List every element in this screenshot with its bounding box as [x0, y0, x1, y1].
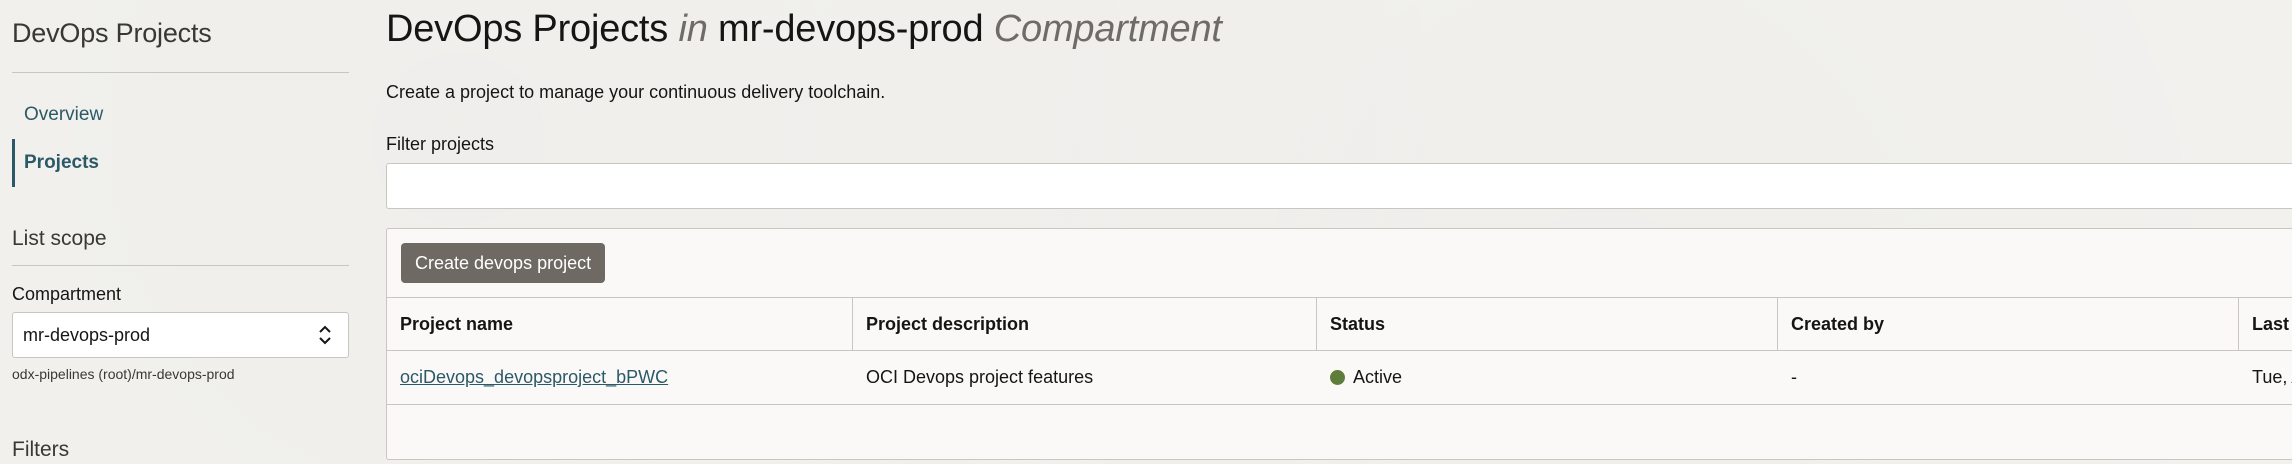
cell-project-name: ociDevops_devopsproject_bPWC: [387, 351, 853, 404]
status-dot-icon: [1330, 370, 1345, 385]
page-subtitle: Create a project to manage your continuo…: [386, 82, 886, 102]
column-header-project-name[interactable]: Project name: [387, 298, 853, 350]
sidebar-item-label: Overview: [24, 104, 104, 125]
compartment-path: odx-pipelines (root)/mr-devops-prod: [12, 366, 235, 382]
filter-projects-input[interactable]: [386, 163, 2292, 209]
cell-created-by: -: [1791, 367, 1797, 387]
cell-project-description: OCI Devops project features: [866, 367, 1094, 387]
main-content: DevOps Projects in mr-devops-prod Compar…: [386, 0, 2292, 464]
list-scope-title: List scope: [12, 227, 107, 250]
column-header-created-by[interactable]: Created by: [1778, 298, 2239, 350]
sidebar-item-label: Projects: [24, 152, 99, 173]
sidebar-title: DevOps Projects: [12, 18, 212, 48]
filter-projects-label: Filter projects: [386, 134, 495, 154]
page-title-in: in: [678, 8, 708, 50]
page-title: DevOps Projects in mr-devops-prod Compar…: [386, 8, 1222, 51]
chevron-up-down-icon: [319, 325, 331, 345]
project-name-link[interactable]: ociDevops_devopsproject_bPWC: [400, 367, 668, 388]
compartment-select-value: mr-devops-prod: [23, 324, 151, 345]
status-text: Active: [1353, 367, 1403, 387]
column-header-last[interactable]: Last: [2239, 298, 2292, 350]
create-devops-project-button[interactable]: Create devops project: [401, 243, 606, 283]
page-title-main: DevOps Projects: [386, 8, 669, 50]
page-title-suffix: Compartment: [993, 8, 1222, 50]
compartment-label: Compartment: [12, 284, 122, 304]
sidebar-item-overview[interactable]: Overview: [12, 91, 349, 139]
list-scope-divider: [12, 265, 349, 266]
column-header-status[interactable]: Status: [1317, 298, 1778, 350]
sidebar-item-projects[interactable]: Projects: [12, 139, 349, 187]
table-header: Project name Project description Status …: [387, 297, 2292, 351]
cell-status: Active: [1317, 351, 1778, 404]
page-title-compartment: mr-devops-prod: [718, 8, 984, 50]
sidebar-divider: [12, 72, 349, 73]
table-row: ociDevops_devopsproject_bPWC OCI Devops …: [387, 351, 2292, 405]
projects-table-panel: Create devops project Project name Proje…: [386, 228, 2292, 460]
compartment-select[interactable]: mr-devops-prod: [12, 312, 349, 358]
column-header-project-description[interactable]: Project description: [853, 298, 1317, 350]
filters-title: Filters: [12, 438, 70, 461]
cell-last: Tue, A: [2252, 367, 2292, 387]
sidebar: DevOps Projects Overview Projects List s…: [12, 0, 349, 464]
